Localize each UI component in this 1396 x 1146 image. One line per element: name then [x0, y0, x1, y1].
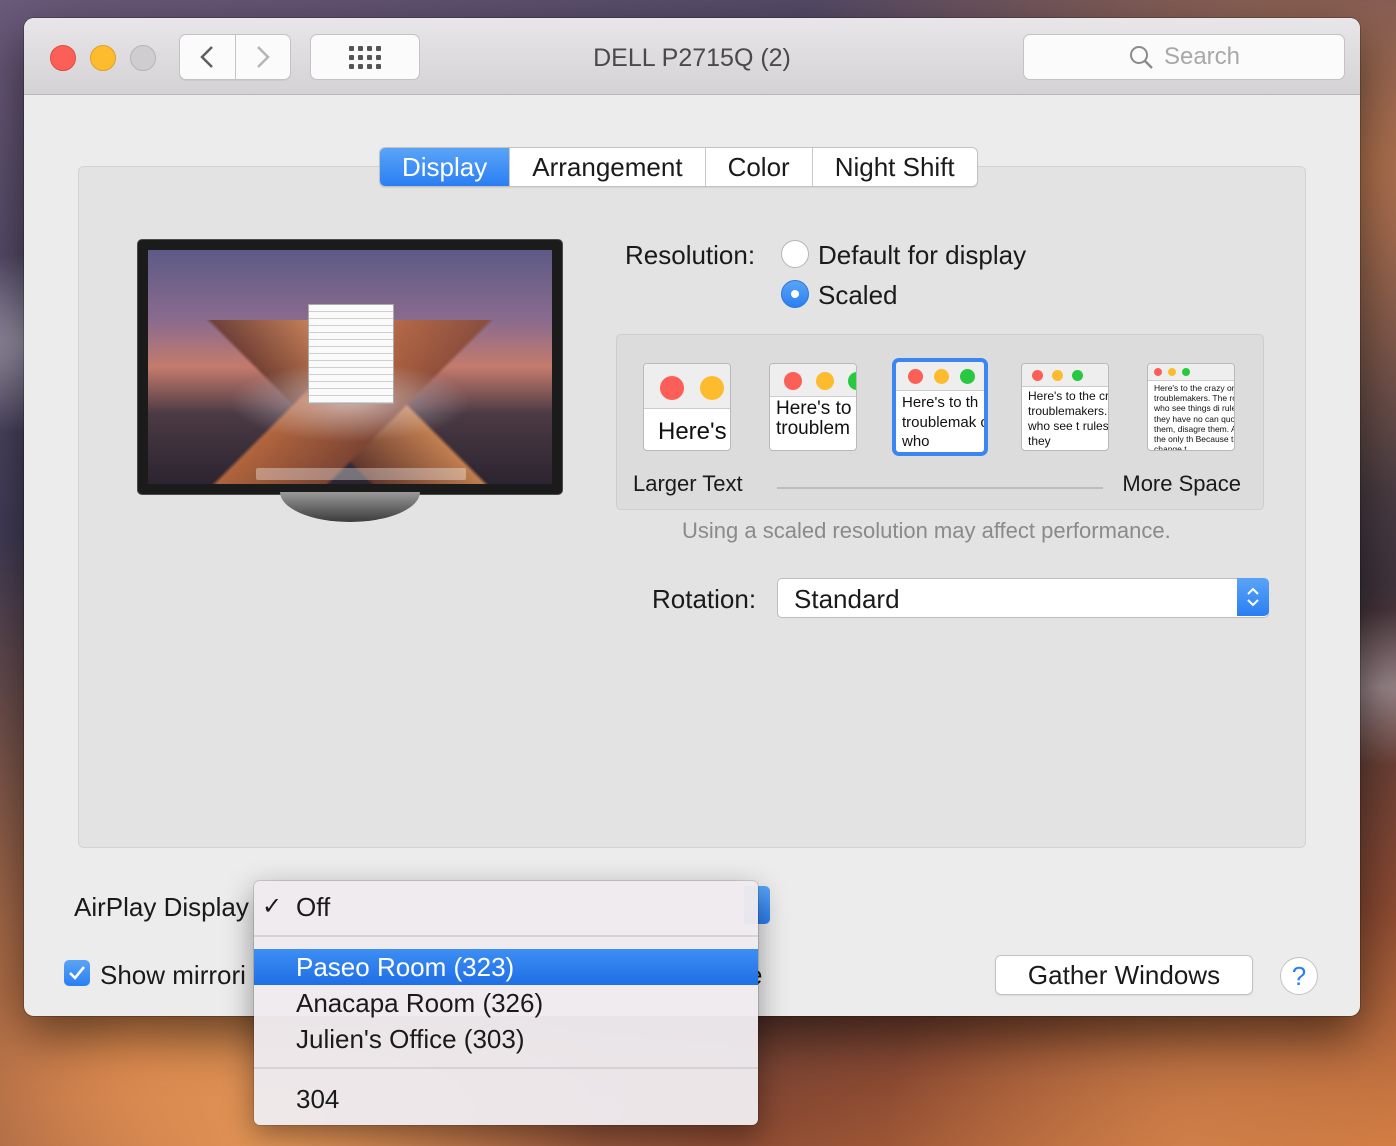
search-placeholder: Search — [1163, 43, 1241, 70]
rotation-popup[interactable]: Standard — [777, 578, 1269, 618]
mini-window-preview — [308, 304, 394, 404]
up-down-arrows-icon — [1237, 578, 1269, 616]
scale-option-5[interactable]: Here's to the crazy one troublemakers. T… — [1147, 363, 1235, 451]
menu-item-off[interactable]: ✓ Off — [254, 889, 758, 925]
resolution-label: Resolution: — [625, 240, 756, 270]
rotation-label: Rotation: — [652, 584, 757, 614]
help-button[interactable]: ? — [1280, 957, 1318, 995]
gather-windows-button[interactable]: Gather Windows — [995, 955, 1253, 995]
titlebar: DELL P2715Q (2) Search — [24, 18, 1360, 95]
show-mirroring-checkbox[interactable] — [64, 960, 90, 986]
more-space-label: More Space — [1122, 471, 1241, 496]
tab-arrangement[interactable]: Arrangement — [509, 148, 704, 186]
airplay-dropdown-menu: ✓ Off Paseo Room (323) Anacapa Room (326… — [254, 881, 758, 1125]
menu-item-304[interactable]: 304 — [254, 1081, 758, 1117]
scale-option-2[interactable]: Here's to troublem — [769, 363, 857, 451]
menu-separator — [254, 1067, 758, 1069]
monitor-screen — [148, 250, 552, 484]
radio-scaled[interactable] — [781, 280, 809, 308]
scale-option-5-text: Here's to the crazy one troublemakers. T… — [1154, 383, 1235, 451]
scale-option-3-text: Here's to th troublemak ones who — [902, 394, 984, 450]
scale-option-2-text: Here's to troublem — [776, 398, 852, 439]
scale-slider-track — [777, 487, 1103, 489]
tab-color[interactable]: Color — [704, 148, 812, 186]
scale-option-1[interactable]: Here's — [643, 363, 731, 451]
scale-option-4[interactable]: Here's to the cr troublemakers. ones who… — [1021, 363, 1109, 451]
radio-default-for-display[interactable] — [781, 240, 809, 268]
scaled-label[interactable]: Scaled — [818, 280, 898, 311]
larger-text-label: Larger Text — [633, 471, 743, 496]
search-icon — [1129, 46, 1153, 69]
scale-option-1-text: Here's — [658, 418, 727, 445]
scale-option-4-text: Here's to the cr troublemakers. ones who… — [1028, 389, 1109, 448]
tab-night-shift[interactable]: Night Shift — [811, 148, 977, 186]
scaled-options-box: Here's Here's to troublem Here's to th t… — [616, 334, 1264, 510]
tab-display[interactable]: Display — [380, 148, 510, 186]
menu-separator — [254, 935, 758, 937]
performance-hint: Using a scaled resolution may affect per… — [682, 518, 1171, 543]
menu-item-juliens-office[interactable]: Julien's Office (303) — [254, 1021, 758, 1057]
airplay-display-label: AirPlay Display — [74, 892, 249, 922]
mini-dock-preview — [256, 468, 466, 480]
scale-option-3[interactable]: Here's to th troublemak ones who — [895, 361, 985, 453]
checkmark-icon — [69, 966, 86, 980]
menu-item-anacapa-room[interactable]: Anacapa Room (326) — [254, 985, 758, 1021]
rotation-value: Standard — [794, 584, 900, 614]
checkmark-icon: ✓ — [262, 893, 283, 920]
menu-item-paseo-room[interactable]: Paseo Room (323) — [254, 949, 758, 985]
default-for-display-label[interactable]: Default for display — [818, 240, 1026, 271]
system-preferences-window: DELL P2715Q (2) Search Display Arrangeme… — [24, 18, 1360, 1016]
search-field[interactable]: Search — [1023, 34, 1345, 80]
monitor-illustration — [138, 240, 562, 494]
tab-bar: Display Arrangement Color Night Shift — [379, 147, 978, 187]
show-mirroring-label[interactable]: Show mirrori — [100, 960, 246, 991]
